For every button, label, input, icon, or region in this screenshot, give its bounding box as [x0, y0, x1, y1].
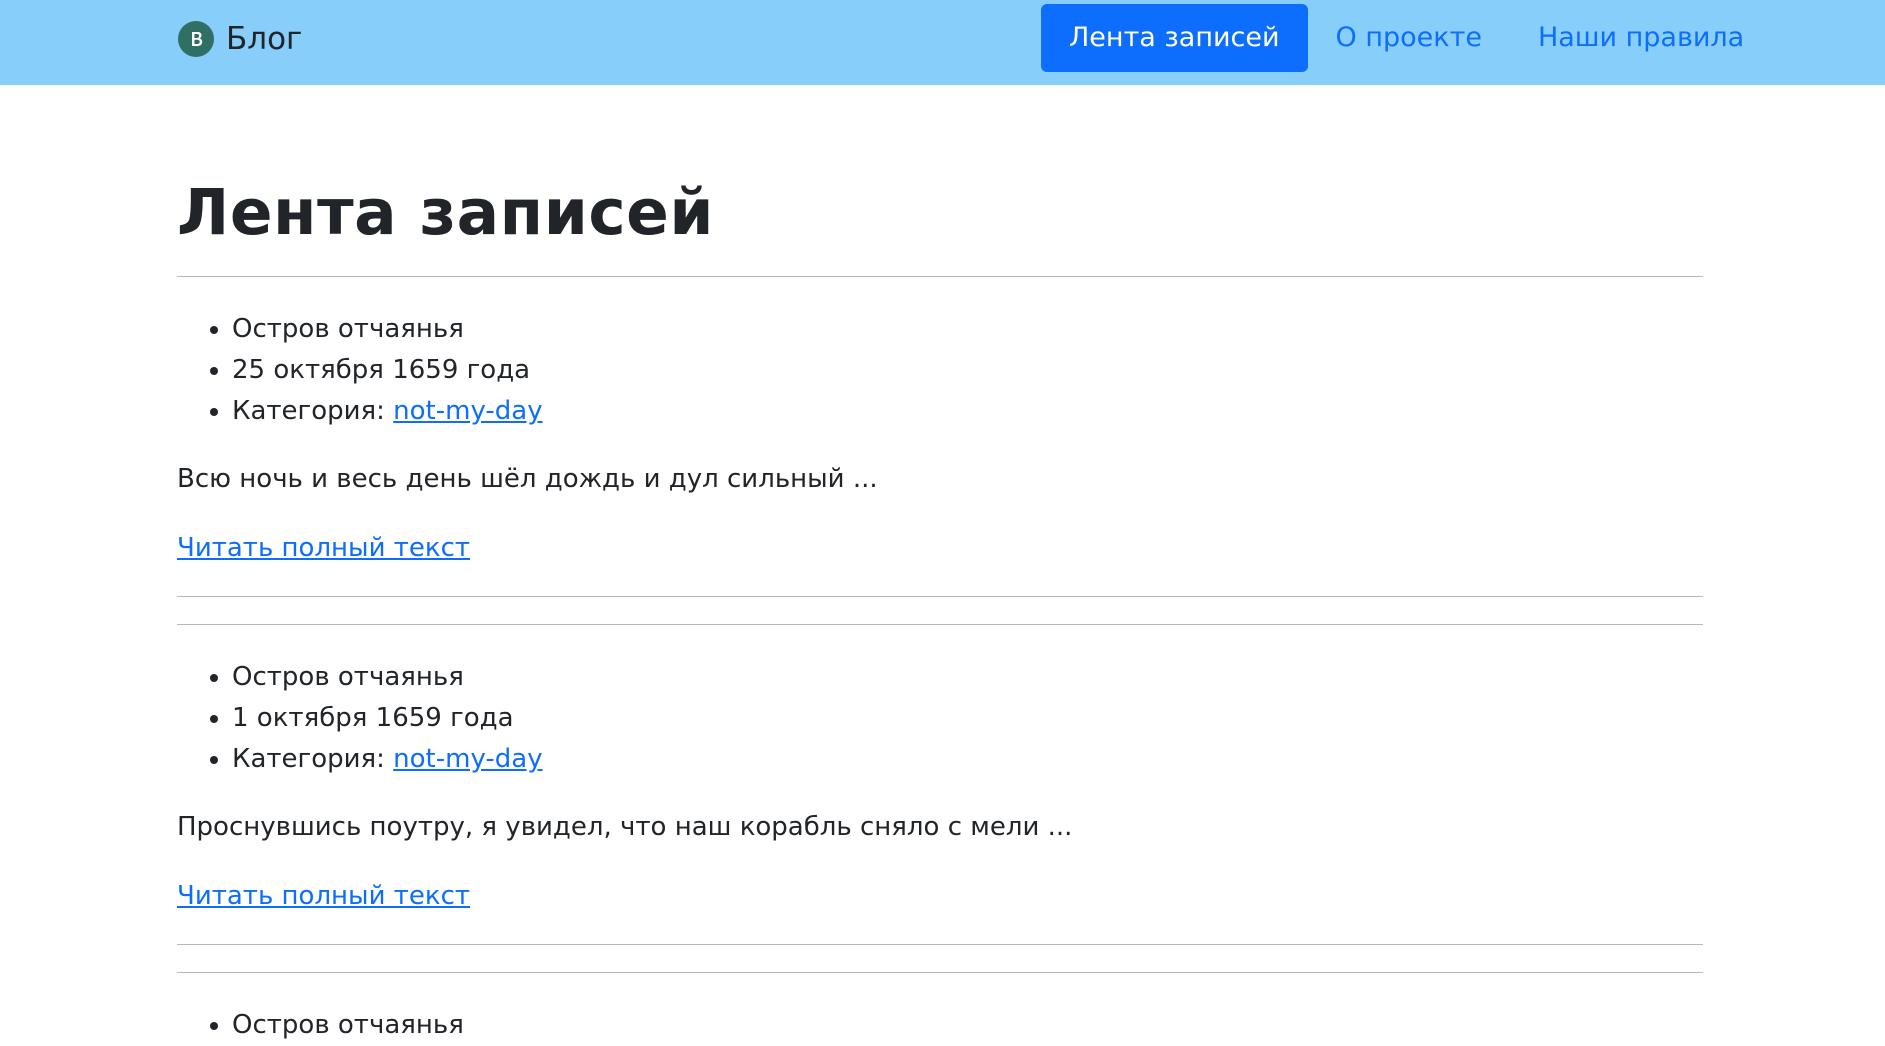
title-divider: [177, 276, 1703, 277]
top-navbar: Блог Лента записей О проекте Наши правил…: [0, 0, 1885, 85]
post-card: Остров отчаянья: [177, 1005, 1703, 1046]
post-divider: [177, 596, 1703, 597]
post-card: Остров отчаянья 1 октября 1659 года Кате…: [177, 657, 1703, 945]
post-meta: Остров отчаянья: [177, 1005, 1703, 1046]
post-category: Категория: not-my-day: [232, 391, 1703, 432]
post-excerpt: Всю ночь и весь день шёл дождь и дул сил…: [177, 464, 878, 494]
post-meta: Остров отчаянья 1 октября 1659 года Кате…: [177, 657, 1703, 780]
nav-link-feed[interactable]: Лента записей: [1041, 4, 1308, 72]
read-more-link[interactable]: Читать полный текст: [177, 876, 470, 916]
post-date: 25 октября 1659 года: [232, 350, 1703, 391]
post-meta: Остров отчаянья 25 октября 1659 года Кат…: [177, 309, 1703, 432]
brand-link[interactable]: Блог: [178, 14, 302, 64]
read-more-link[interactable]: Читать полный текст: [177, 528, 470, 568]
post-card: Остров отчаянья 25 октября 1659 года Кат…: [177, 309, 1703, 597]
page-title: Лента записей: [177, 176, 715, 249]
post-location: Остров отчаянья: [232, 309, 1703, 350]
post-divider: [177, 624, 1703, 625]
post-divider: [177, 944, 1703, 945]
post-location: Остров отчаянья: [232, 1005, 1703, 1046]
category-link[interactable]: not-my-day: [393, 396, 542, 426]
post-date: 1 октября 1659 года: [232, 698, 1703, 739]
brand-name: Блог: [226, 21, 303, 57]
post-category: Категория: not-my-day: [232, 739, 1703, 780]
main-content: Лента записей Остров отчаянья 25 октября…: [177, 85, 1703, 1046]
post-divider: [177, 972, 1703, 973]
main-nav: Лента записей О проекте Наши правила: [1041, 4, 1772, 72]
post-excerpt: Проснувшись поутру, я увидел, что наш ко…: [177, 812, 1073, 842]
category-prefix: Категория:: [232, 396, 385, 426]
nav-link-rules[interactable]: Наши правила: [1510, 4, 1772, 72]
post-location: Остров отчаянья: [232, 657, 1703, 698]
category-link[interactable]: not-my-day: [393, 744, 542, 774]
nav-link-about[interactable]: О проекте: [1308, 4, 1510, 72]
bootstrap-logo-icon: [178, 21, 214, 57]
bootstrap-logo-glyph: [192, 32, 203, 46]
category-prefix: Категория:: [232, 744, 385, 774]
